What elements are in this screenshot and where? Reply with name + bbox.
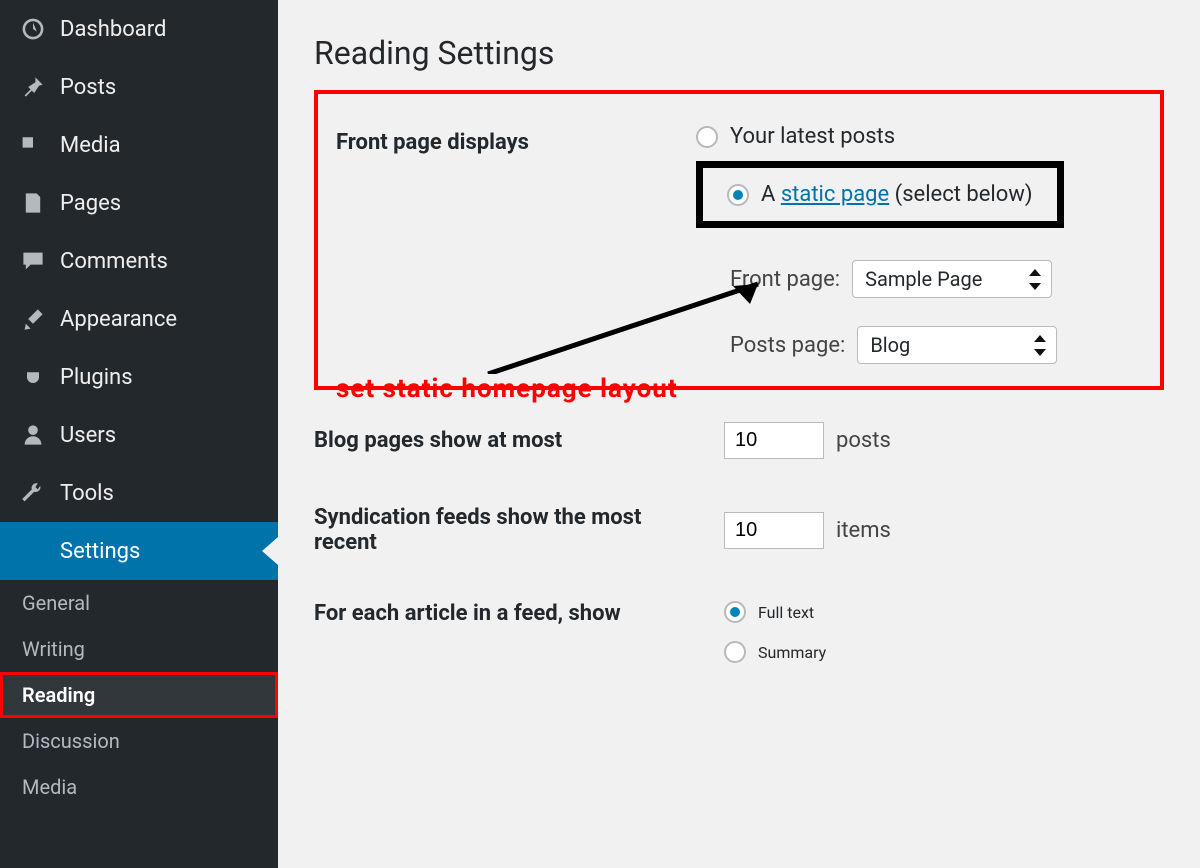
- settings-sub-discussion[interactable]: Discussion: [0, 718, 278, 764]
- option-label: Full text: [758, 603, 814, 622]
- option-latest-posts[interactable]: Your latest posts: [696, 124, 1142, 149]
- plug-icon: [20, 364, 46, 390]
- sidebar-item-users[interactable]: Users: [0, 406, 278, 464]
- brush-icon: [20, 306, 46, 332]
- comment-icon: [20, 248, 46, 274]
- media-icon: [20, 132, 46, 158]
- radio-icon: [696, 126, 718, 148]
- sidebar-item-plugins[interactable]: Plugins: [0, 348, 278, 406]
- settings-icon: [20, 538, 46, 564]
- annotation-highlight-box: Front page displays Your latest posts A …: [314, 90, 1164, 390]
- posts-page-select[interactable]: Blog: [857, 326, 1057, 364]
- sidebar-item-label: Appearance: [60, 307, 177, 332]
- option-label: A static page (select below): [761, 182, 1033, 207]
- sidebar-item-comments[interactable]: Comments: [0, 232, 278, 290]
- sidebar-item-appearance[interactable]: Appearance: [0, 290, 278, 348]
- option-label: Summary: [758, 643, 826, 662]
- pages-icon: [20, 190, 46, 216]
- main-content: Reading Settings Front page displays You…: [278, 0, 1200, 868]
- radio-icon: [724, 641, 746, 663]
- blog-pages-input[interactable]: [724, 422, 824, 459]
- sidebar-item-label: Media: [60, 133, 121, 158]
- sidebar-item-label: Users: [60, 423, 116, 448]
- syndication-suffix: items: [836, 518, 891, 543]
- sidebar-item-label: Pages: [60, 191, 121, 216]
- radio-icon-checked[interactable]: [727, 184, 749, 206]
- sidebar-item-posts[interactable]: Posts: [0, 58, 278, 116]
- sidebar-item-dashboard[interactable]: Dashboard: [0, 0, 278, 58]
- article-feed-label: For each article in a feed, show: [314, 601, 684, 626]
- settings-sub-general[interactable]: General: [0, 580, 278, 626]
- annotation-emphasis-box: A static page (select below): [696, 161, 1064, 228]
- sidebar-item-tools[interactable]: Tools: [0, 464, 278, 522]
- settings-sub-reading[interactable]: Reading: [0, 672, 278, 718]
- annotation-arrow-icon: [478, 274, 778, 374]
- annotation-text: set static homepage layout: [336, 374, 678, 404]
- sidebar-item-label: Settings: [60, 539, 140, 564]
- page-title: Reading Settings: [314, 34, 1164, 72]
- pin-icon: [20, 74, 46, 100]
- sidebar-item-label: Dashboard: [60, 17, 166, 42]
- sidebar-item-pages[interactable]: Pages: [0, 174, 278, 232]
- option-full-text[interactable]: Full text: [724, 601, 826, 623]
- sidebar-item-label: Comments: [60, 249, 168, 274]
- front-page-select[interactable]: Sample Page: [852, 260, 1052, 298]
- syndication-input[interactable]: [724, 512, 824, 549]
- settings-sub-writing[interactable]: Writing: [0, 626, 278, 672]
- option-summary[interactable]: Summary: [724, 641, 826, 663]
- front-page-displays-label: Front page displays: [336, 124, 656, 155]
- user-icon: [20, 422, 46, 448]
- sidebar-item-media[interactable]: Media: [0, 116, 278, 174]
- sidebar-item-label: Tools: [60, 481, 114, 506]
- sidebar-item-label: Posts: [60, 75, 116, 100]
- sidebar-item-label: Plugins: [60, 365, 133, 390]
- dashboard-icon: [20, 16, 46, 42]
- settings-sub-media[interactable]: Media: [0, 764, 278, 810]
- blog-pages-suffix: posts: [836, 428, 891, 453]
- blog-pages-label: Blog pages show at most: [314, 428, 684, 453]
- radio-icon-checked: [724, 601, 746, 623]
- option-label: Your latest posts: [730, 124, 895, 149]
- static-page-link[interactable]: static page: [781, 182, 889, 207]
- wrench-icon: [20, 480, 46, 506]
- syndication-label: Syndication feeds show the most recent: [314, 505, 684, 555]
- admin-sidebar: Dashboard Posts Media Pages Comments App…: [0, 0, 278, 868]
- sidebar-item-settings[interactable]: Settings: [0, 522, 278, 580]
